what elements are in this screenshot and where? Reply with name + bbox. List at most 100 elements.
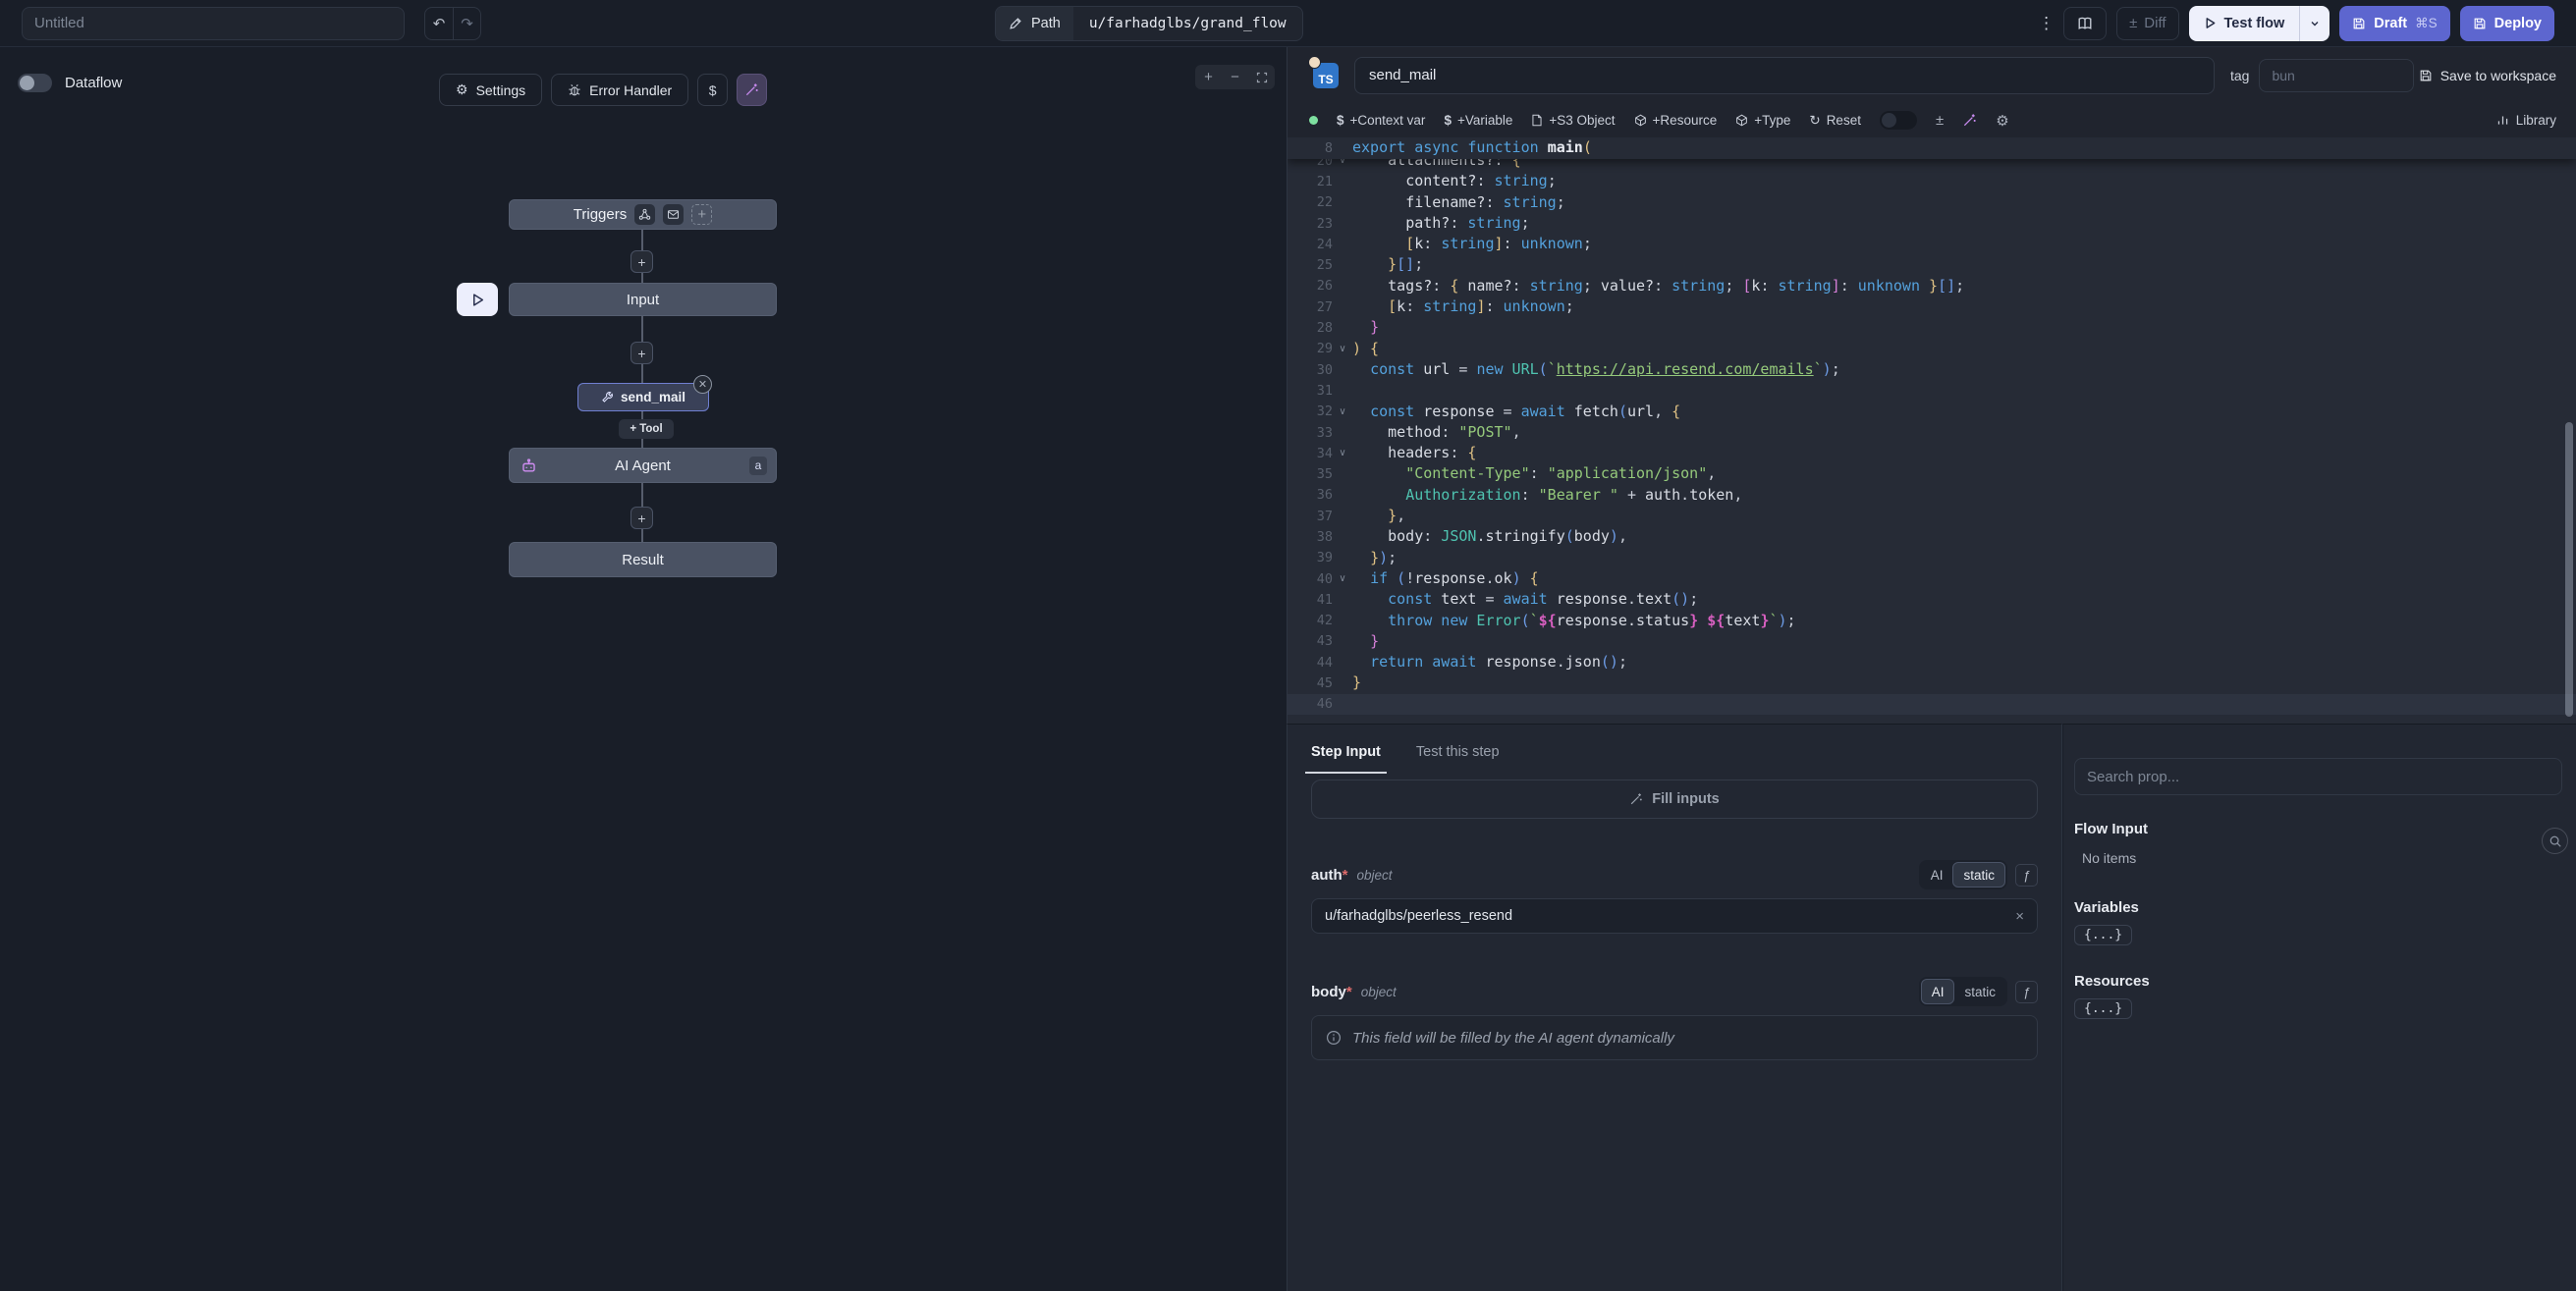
code-line[interactable]: 28 }: [1288, 317, 2576, 338]
code-line[interactable]: 43 }: [1288, 631, 2576, 652]
variables-object-chip[interactable]: {...}: [2074, 925, 2132, 945]
line-number: 21: [1288, 174, 1333, 189]
line-number: 35: [1288, 466, 1333, 482]
fill-inputs-button[interactable]: Fill inputs: [1311, 780, 2038, 819]
editor-scrollbar[interactable]: [2565, 422, 2573, 717]
pencil-icon: [1009, 17, 1022, 30]
node-result[interactable]: Result: [509, 542, 777, 577]
fold-chevron-icon[interactable]: ∨: [1333, 339, 1352, 359]
fold-chevron-icon[interactable]: ∨: [1333, 402, 1352, 422]
deploy-button[interactable]: Deploy: [2460, 6, 2554, 41]
expression-mode-icon[interactable]: ƒ: [2015, 981, 2038, 1003]
add-tool-button[interactable]: + Tool: [619, 419, 674, 439]
auth-mode-ai[interactable]: AI: [1921, 862, 1953, 888]
code-line[interactable]: 30 const url = new URL(`https://api.rese…: [1288, 359, 2576, 380]
test-flow-dropdown[interactable]: [2299, 6, 2329, 41]
run-from-input-button[interactable]: [457, 283, 498, 316]
code-line[interactable]: 44 return await response.json();: [1288, 652, 2576, 672]
insert-step-button[interactable]: +: [630, 342, 653, 364]
input-label: Input: [627, 292, 659, 308]
add-resource-button[interactable]: +Resource: [1634, 113, 1718, 128]
code-line[interactable]: 33 method: "POST",: [1288, 422, 2576, 443]
node-ai-agent[interactable]: AI Agent a: [509, 448, 777, 483]
tag-input[interactable]: [2259, 59, 2414, 92]
code-line[interactable]: 32∨ const response = await fetch(url, {: [1288, 402, 2576, 422]
fold-chevron-icon[interactable]: ∨: [1333, 443, 1352, 463]
code-line[interactable]: 22 filename?: string;: [1288, 192, 2576, 213]
play-icon: [2204, 17, 2217, 29]
step-name-input[interactable]: [1354, 57, 2215, 94]
code-line[interactable]: 36 Authorization: "Bearer " + auth.token…: [1288, 485, 2576, 506]
add-type-button[interactable]: +Type: [1735, 113, 1790, 128]
code-line[interactable]: 8export async function main(: [1288, 137, 2576, 159]
more-menu-button[interactable]: ⋮: [2038, 14, 2054, 33]
code-line[interactable]: 21 content?: string;: [1288, 171, 2576, 191]
code-line[interactable]: 26 tags?: { name?: string; value?: strin…: [1288, 276, 2576, 296]
code-line[interactable]: 23 path?: string;: [1288, 213, 2576, 234]
code-line[interactable]: 41 const text = await response.text();: [1288, 589, 2576, 610]
webhook-icon[interactable]: [634, 204, 655, 225]
diff-mode-icon[interactable]: ±: [1936, 112, 1944, 129]
draft-button[interactable]: Draft ⌘S: [2339, 6, 2449, 41]
clear-icon[interactable]: ×: [2005, 908, 2024, 925]
ai-edit-wand-icon[interactable]: [1962, 113, 1977, 128]
code-line[interactable]: 31: [1288, 380, 2576, 401]
reset-code-button[interactable]: ↻ Reset: [1809, 113, 1861, 129]
auth-mode-static[interactable]: static: [1952, 862, 2005, 888]
line-number: 33: [1288, 425, 1333, 441]
node-triggers[interactable]: Triggers +: [509, 199, 777, 230]
auth-value-input[interactable]: [1325, 908, 2005, 924]
tab-test-this-step[interactable]: Test this step: [1416, 744, 1500, 774]
code-text: export async function main(: [1352, 137, 1592, 158]
code-line[interactable]: 39 });: [1288, 548, 2576, 568]
code-line[interactable]: 38 body: JSON.stringify(body),: [1288, 526, 2576, 547]
test-flow-button[interactable]: Test flow: [2189, 6, 2330, 41]
code-line[interactable]: 45}: [1288, 672, 2576, 693]
tab-step-input[interactable]: Step Input: [1311, 744, 1381, 774]
body-field-type: object: [1361, 985, 1397, 999]
code-line[interactable]: 27 [k: string]: unknown;: [1288, 296, 2576, 317]
expression-mode-icon[interactable]: ƒ: [2015, 864, 2038, 887]
fold-chevron-icon[interactable]: ∨: [1333, 568, 1352, 589]
code-line[interactable]: 34∨ headers: {: [1288, 443, 2576, 463]
node-input[interactable]: Input: [509, 283, 777, 316]
node-send-mail[interactable]: send_mail: [577, 383, 709, 411]
add-context-var-button[interactable]: $ +Context var: [1337, 113, 1425, 128]
add-trigger-button[interactable]: +: [691, 204, 712, 225]
insert-step-button[interactable]: +: [630, 507, 653, 529]
code-line[interactable]: 42 throw new Error(`${response.status} $…: [1288, 611, 2576, 631]
resources-object-chip[interactable]: {...}: [2074, 998, 2132, 1019]
draft-label: Draft: [2374, 16, 2407, 31]
search-prop-input[interactable]: [2074, 758, 2562, 795]
line-number: 42: [1288, 613, 1333, 628]
toolbar-label: +Variable: [1457, 113, 1512, 128]
code-line[interactable]: 40∨ if (!response.ok) {: [1288, 568, 2576, 589]
library-button[interactable]: Library: [2496, 113, 2556, 128]
mail-icon[interactable]: [663, 204, 684, 225]
code-line[interactable]: 29∨) {: [1288, 339, 2576, 359]
code-text: [k: string]: unknown;: [1352, 234, 1592, 254]
code-line[interactable]: 35 "Content-Type": "application/json",: [1288, 463, 2576, 484]
ai-chat-panel-button[interactable]: [2063, 7, 2107, 40]
editor-mode-toggle[interactable]: [1880, 111, 1917, 130]
body-mode-ai[interactable]: AI: [1921, 979, 1955, 1004]
code-line[interactable]: 24 [k: string]: unknown;: [1288, 234, 2576, 254]
code-line[interactable]: 46: [1288, 694, 2576, 715]
save-to-workspace-button[interactable]: Save to workspace: [2419, 68, 2556, 83]
search-icon[interactable]: [2542, 828, 2568, 854]
add-s3-object-button[interactable]: +S3 Object: [1531, 113, 1615, 128]
remove-tool-button[interactable]: ✕: [693, 375, 712, 394]
body-mode-static[interactable]: static: [1954, 979, 2005, 1004]
add-variable-button[interactable]: $ +Variable: [1444, 113, 1512, 128]
undo-button[interactable]: ↶: [425, 8, 453, 39]
path-chip[interactable]: Path u/farhadglbs/grand_flow: [995, 6, 1303, 41]
insert-step-button[interactable]: +: [630, 250, 653, 273]
diff-button[interactable]: ± Diff: [2116, 7, 2178, 40]
code-line[interactable]: 25 }[];: [1288, 254, 2576, 275]
redo-button[interactable]: ↷: [453, 8, 480, 39]
auth-value-field[interactable]: ×: [1311, 898, 2038, 934]
code-editor[interactable]: 20∨ attachments?: {21 content?: string;2…: [1288, 137, 2576, 724]
flow-title-input[interactable]: [22, 7, 405, 40]
code-line[interactable]: 37 },: [1288, 506, 2576, 526]
editor-settings-gear-icon[interactable]: ⚙: [1996, 112, 2008, 130]
